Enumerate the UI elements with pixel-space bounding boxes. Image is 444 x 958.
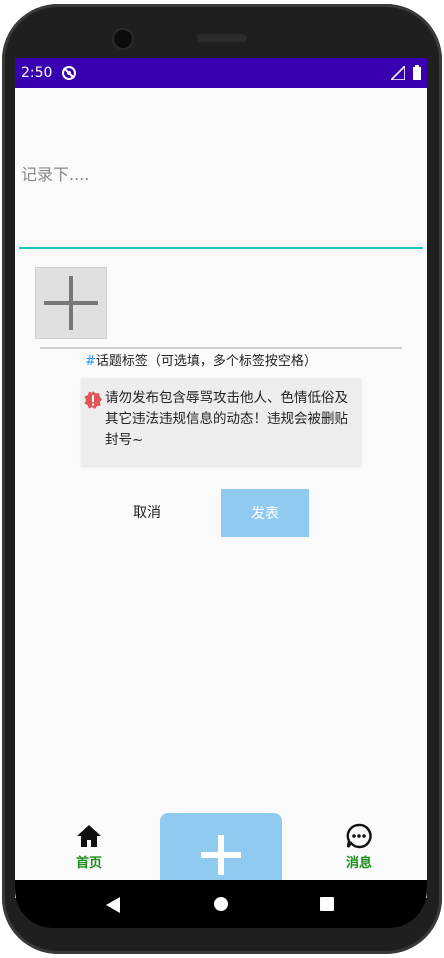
hash-symbol: #	[85, 354, 96, 369]
nav-item-home[interactable]: 首页	[59, 822, 119, 872]
cancel-button[interactable]: 取消	[103, 488, 191, 536]
input-underline	[19, 247, 423, 249]
plus-icon	[44, 276, 98, 330]
device-frame: 2:50 #话题标签（可选	[0, 0, 444, 958]
compose-input[interactable]	[19, 158, 415, 190]
warning-text: 请勿发布包含辱骂攻击他人、色情低俗及其它违法违规信息的动态！违规会被删贴封号~	[105, 390, 348, 448]
tag-hint-text: 话题标签（可选填，多个标签按空格）	[95, 354, 317, 369]
nav-item-messages[interactable]: 消息	[329, 822, 389, 872]
sync-icon	[62, 66, 76, 80]
tag-input-line[interactable]	[40, 347, 402, 349]
tag-input-hint[interactable]: #话题标签（可选填，多个标签按空格）	[85, 350, 317, 369]
nav-home-label: 首页	[75, 856, 102, 871]
app-screen: 2:50 #话题标签（可选	[15, 58, 427, 898]
add-image-button[interactable]	[35, 267, 107, 339]
system-home-button[interactable]	[214, 897, 228, 911]
plus-icon	[201, 835, 241, 875]
front-camera	[114, 30, 132, 48]
nav-messages-label: 消息	[345, 856, 372, 871]
system-navigation-bar	[15, 880, 427, 928]
status-time: 2:50	[21, 65, 53, 81]
warning-icon	[84, 391, 102, 409]
publish-button[interactable]: 发表	[221, 489, 309, 537]
earpiece-speaker	[197, 34, 247, 42]
back-icon[interactable]	[105, 896, 121, 914]
signal-icon	[391, 66, 405, 80]
battery-icon	[413, 65, 421, 80]
home-icon	[77, 825, 101, 847]
status-bar: 2:50	[15, 58, 427, 88]
recent-apps-button[interactable]	[320, 897, 334, 911]
chat-icon	[346, 823, 372, 849]
warning-notice: 请勿发布包含辱骂攻击他人、色情低俗及其它违法违规信息的动态！违规会被删贴封号~	[81, 378, 361, 466]
